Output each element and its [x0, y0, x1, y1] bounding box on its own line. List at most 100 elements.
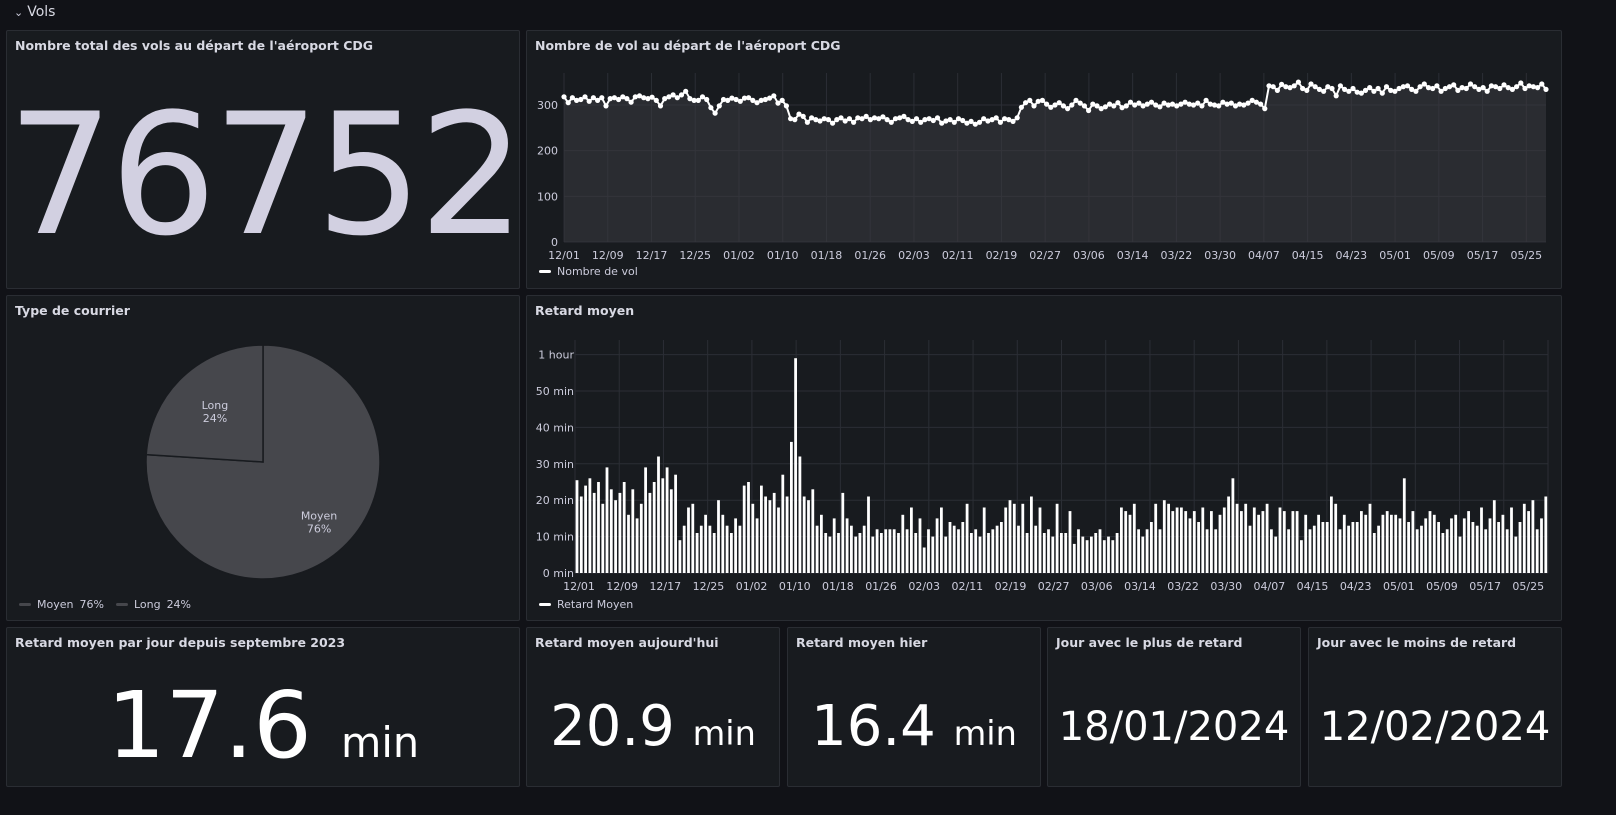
bar [1415, 529, 1419, 573]
delay-legend[interactable]: Retard Moyen [539, 598, 633, 611]
bar [858, 533, 862, 573]
bar [957, 529, 960, 573]
bar [1398, 518, 1402, 573]
min-delay-date: 12/02/2024 [1319, 704, 1551, 750]
bar [1030, 496, 1033, 573]
data-point [846, 116, 852, 122]
data-point [1258, 101, 1264, 107]
bar [1544, 496, 1548, 573]
data-point [1383, 84, 1390, 90]
x-tick-label: 05/25 [1510, 249, 1542, 261]
bar [1021, 503, 1025, 573]
bar [1484, 529, 1488, 573]
data-point [653, 97, 659, 103]
data-point [779, 97, 785, 103]
bar [1295, 511, 1299, 573]
x-tick-label: 04/15 [1297, 580, 1329, 593]
bar [1167, 503, 1170, 573]
pie-legend[interactable]: Moyen 76% Long 24% [19, 598, 191, 611]
bar [1351, 522, 1355, 573]
bar [807, 500, 810, 573]
bar [1094, 533, 1098, 573]
bar [1102, 540, 1106, 573]
chevron-down-icon[interactable]: ⌄ [14, 6, 23, 19]
bar [991, 529, 995, 573]
bar [1462, 518, 1466, 573]
data-point [712, 110, 718, 116]
panel-title: Nombre total des vols au départ de l'aér… [15, 38, 374, 53]
bar [854, 536, 858, 573]
data-point [1031, 103, 1037, 109]
x-tick-label: 01/26 [854, 249, 886, 261]
data-point [1056, 100, 1062, 106]
bar [841, 492, 845, 573]
data-point [1065, 106, 1071, 112]
bar [1090, 536, 1093, 573]
bar [897, 533, 900, 573]
bar [597, 482, 600, 573]
x-tick-label: 05/01 [1379, 249, 1411, 261]
data-point [1333, 93, 1339, 99]
bar [1257, 514, 1260, 574]
bar [1270, 529, 1273, 573]
data-point [678, 92, 685, 98]
stat-unit: min [692, 714, 756, 753]
bar [1107, 536, 1110, 573]
bar [802, 496, 806, 573]
bar [1471, 522, 1475, 573]
x-tick-label: 05/17 [1467, 249, 1499, 261]
data-point [1086, 107, 1092, 114]
bar [1480, 507, 1483, 573]
bar [794, 358, 797, 573]
bar [1008, 500, 1012, 573]
data-point [997, 119, 1003, 125]
data-point [1199, 103, 1205, 109]
bar [1060, 533, 1063, 573]
bar [631, 489, 635, 573]
data-point [888, 119, 894, 125]
bar [1437, 522, 1440, 573]
bar [1201, 507, 1205, 573]
flights-line-chart: 12/01 12/09 12/17 12/25 01/02 01/10 01/18 01/26… [537, 73, 1549, 261]
panel-courrier-type: Type de courrier Moyen 76% Long 24% Moyen 7… [6, 295, 520, 621]
data-point [1044, 101, 1050, 107]
bar [1025, 533, 1029, 573]
bar [1454, 514, 1458, 574]
bar [1420, 525, 1423, 573]
bar [1441, 533, 1445, 573]
bar [974, 529, 978, 573]
bar [1064, 533, 1068, 573]
y-tick-label: 1 hour [538, 349, 574, 362]
data-point [1329, 85, 1335, 92]
data-point [1350, 85, 1356, 92]
data-point [1514, 84, 1520, 90]
data-point [695, 97, 701, 103]
bar [614, 500, 617, 573]
bar [1042, 533, 1046, 573]
bar [785, 496, 789, 573]
bar [1145, 529, 1149, 573]
data-point [1295, 79, 1301, 85]
data-point [708, 105, 714, 111]
bar [622, 482, 626, 573]
bar [1124, 511, 1128, 573]
row-header-vols[interactable]: ⌄ Vols [14, 2, 55, 22]
flights-legend[interactable]: Nombre de vol [539, 265, 638, 278]
data-point [628, 99, 634, 105]
bar [730, 533, 733, 573]
panel-title: Retard moyen aujourd'hui [535, 635, 719, 650]
bar [742, 485, 746, 573]
bar [832, 518, 836, 573]
bar [1214, 529, 1218, 573]
data-point [913, 116, 920, 122]
stat-number: 20.9 [550, 694, 675, 759]
bar [1240, 511, 1243, 573]
bar [755, 518, 759, 573]
data-point [1274, 87, 1280, 93]
panel-avg-delay-per-day: Retard moyen par jour depuis septembre 2… [6, 627, 520, 787]
bar [661, 478, 665, 573]
bar [1278, 507, 1282, 573]
bar [1291, 511, 1295, 573]
bar [1158, 529, 1162, 573]
bar [1510, 507, 1513, 573]
